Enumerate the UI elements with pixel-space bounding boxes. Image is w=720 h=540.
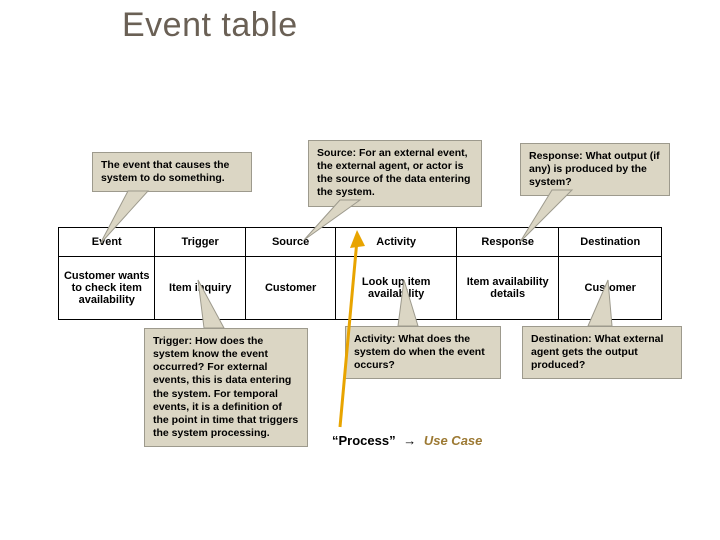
td-response: Item availability details xyxy=(456,257,559,320)
callout-trigger: Trigger: How does the system know the ev… xyxy=(144,328,308,447)
td-trigger: Item inquiry xyxy=(155,257,245,320)
arrow-right-icon: → xyxy=(403,433,416,448)
callout-event: The event that causes the system to do s… xyxy=(92,152,252,192)
td-activity: Look up item availability xyxy=(336,257,457,320)
callout-activity: Activity: What does the system do when t… xyxy=(345,326,501,379)
footer-annotation: “Process” → Use Case xyxy=(332,433,482,448)
th-response: Response xyxy=(456,228,559,257)
callout-source: Source: For an external event, the exter… xyxy=(308,140,482,207)
th-activity: Activity xyxy=(336,228,457,257)
footer-usecase: Use Case xyxy=(424,433,483,448)
table-row: Customer wants to check item availabilit… xyxy=(59,257,662,320)
table-header-row: Event Trigger Source Activity Response D… xyxy=(59,228,662,257)
td-destination: Customer xyxy=(559,257,662,320)
event-table: Event Trigger Source Activity Response D… xyxy=(58,227,662,320)
callout-destination: Destination: What external agent gets th… xyxy=(522,326,682,379)
td-event: Customer wants to check item availabilit… xyxy=(59,257,155,320)
slide-title: Event table xyxy=(122,6,298,45)
th-event: Event xyxy=(59,228,155,257)
th-trigger: Trigger xyxy=(155,228,245,257)
callout-response: Response: What output (if any) is produc… xyxy=(520,143,670,196)
th-destination: Destination xyxy=(559,228,662,257)
td-source: Customer xyxy=(245,257,335,320)
footer-process: “Process” xyxy=(332,433,396,448)
th-source: Source xyxy=(245,228,335,257)
